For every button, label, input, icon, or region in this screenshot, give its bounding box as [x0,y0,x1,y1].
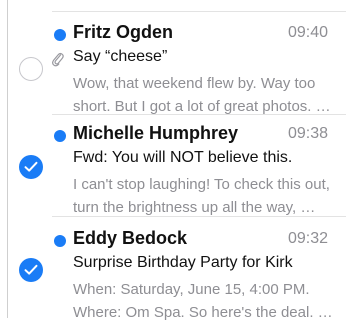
message-time: 09:32 [287,230,328,247]
unread-dot [54,130,66,142]
message-preview: I can't stop laughing! To check this out… [73,173,338,219]
message-time: 09:40 [287,24,328,41]
selected-checkmark[interactable] [19,155,43,179]
row-separator [52,216,346,217]
message-preview: Wow, that weekend flew by. Way too short… [73,72,338,118]
preview-line: When: Saturday, June 15, 4:00 PM. [73,281,310,298]
checkmark-icon [24,161,38,172]
message-subject: Fwd: You will NOT believe this. [73,149,293,166]
message-list: Fritz Ogden 09:40 Say “cheese” Wow, that… [0,0,346,321]
message-row-fritz-ogden[interactable]: Fritz Ogden 09:40 Say “cheese” Wow, that… [0,20,346,124]
checkmark-icon [24,264,38,275]
unread-dot [54,29,66,41]
message-subject: Say “cheese” [73,48,168,65]
row-separator [52,11,346,12]
preview-line: Where: Om Spa. So here's the deal. … [73,304,333,321]
row-separator [52,114,346,115]
sender-name: Michelle Humphrey [73,123,239,143]
message-preview: When: Saturday, June 15, 4:00 PM. Where:… [73,278,338,324]
sender-name: Fritz Ogden [73,22,173,42]
paperclip-icon [52,51,64,72]
preview-line: I can't stop laughing! To check this out… [73,176,330,193]
message-row-michelle-humphrey[interactable]: Michelle Humphrey 09:38 Fwd: You will NO… [0,121,346,225]
message-time: 09:38 [287,125,328,142]
unread-dot [54,235,66,247]
preview-line: Wow, that weekend flew by. Way too [73,75,316,92]
select-circle[interactable] [19,57,43,81]
message-row-eddy-bedock[interactable]: Eddy Bedock 09:32 Surprise Birthday Part… [0,226,346,330]
message-subject: Surprise Birthday Party for Kirk [73,254,293,271]
sender-name: Eddy Bedock [73,228,188,248]
selected-checkmark[interactable] [19,258,43,282]
